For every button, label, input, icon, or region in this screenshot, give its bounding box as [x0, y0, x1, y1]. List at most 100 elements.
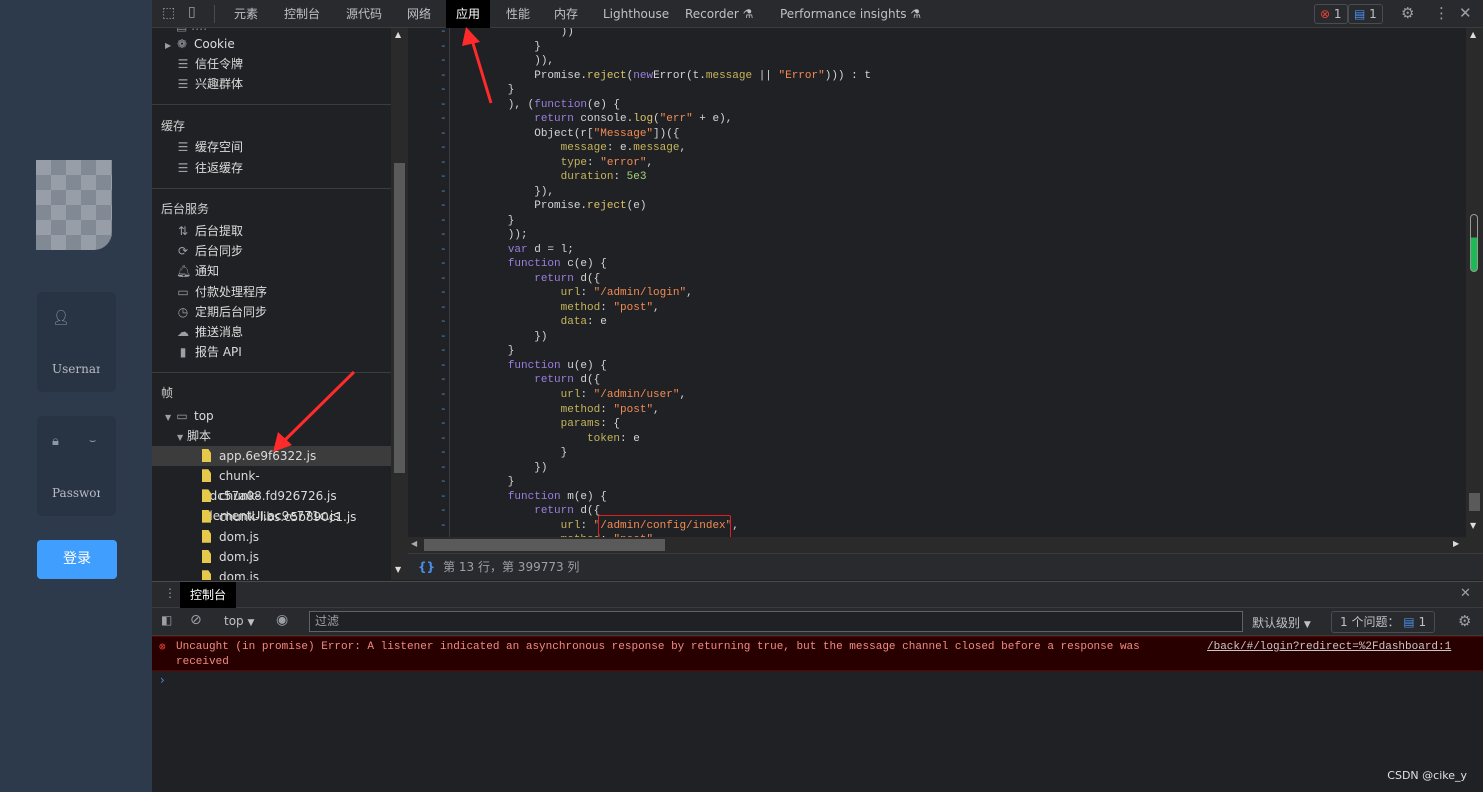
scroll-up-icon[interactable]: ▲: [1470, 30, 1476, 39]
line-gutter: ------------------------------------: [408, 28, 450, 537]
more-options-icon[interactable]: ⋮: [1434, 4, 1449, 22]
code-token: message: [560, 142, 607, 155]
file-item[interactable]: app.6e9f6322.js: [152, 446, 391, 466]
frame-top[interactable]: ▼ ▭ top: [165, 406, 214, 426]
label: 推送消息: [195, 325, 244, 339]
context-select[interactable]: top ▼: [224, 614, 254, 628]
scrollbar-thumb[interactable]: [394, 163, 405, 473]
label: top: [193, 409, 214, 423]
scrollbar-thumb[interactable]: [1469, 493, 1480, 511]
file-item[interactable]: chunk-libs.c5b890c1.js: [152, 507, 391, 527]
close-drawer-icon[interactable]: ✕: [1460, 586, 1471, 601]
line-marker: -: [440, 40, 447, 53]
file-item[interactable]: dom.js: [152, 567, 391, 580]
scroll-left-icon[interactable]: ◀: [411, 539, 417, 548]
sidebar-item-bg-0[interactable]: ⇅ 后台提取: [176, 221, 243, 241]
code-token: ,: [732, 519, 739, 532]
error-badge[interactable]: ⊗ 1: [1314, 4, 1348, 24]
device-toolbar-icon[interactable]: ▯: [188, 4, 196, 20]
tab-0[interactable]: 元素: [224, 0, 268, 28]
sidebar-item-bg-1[interactable]: ⟳ 后台同步: [176, 241, 243, 261]
line-marker: -: [440, 403, 447, 416]
log-level-select[interactable]: 默认级别 ▼: [1252, 614, 1311, 631]
sidebar-item-bfcache[interactable]: ☰ 往返缓存: [176, 158, 243, 178]
code-editor[interactable]: ------------------------------------ )) …: [408, 28, 1466, 537]
sidebar-item-cookie[interactable]: ▶ ❁ Cookie: [165, 34, 235, 54]
pretty-print-icon[interactable]: {}: [418, 560, 435, 574]
sidebar-item-interest-groups[interactable]: ☰ 兴趣群体: [176, 74, 243, 94]
code-token: url: [560, 389, 581, 401]
divider: [152, 188, 391, 189]
line-marker: -: [440, 345, 447, 358]
line-marker: -: [440, 447, 447, 460]
scroll-down-icon[interactable]: ▼: [395, 565, 401, 574]
clear-console-icon[interactable]: ⊘: [190, 612, 202, 628]
editor-horizontal-scrollbar[interactable]: ◀ ▶: [408, 537, 1466, 553]
tab-console[interactable]: 控制台: [180, 582, 237, 608]
live-expression-eye-icon[interactable]: ◉: [276, 612, 288, 628]
editor-vertical-scrollbar[interactable]: ▲ ▼: [1466, 28, 1483, 553]
console-prompt-icon[interactable]: ›: [160, 673, 165, 687]
message-badge[interactable]: ▤ 1: [1348, 4, 1383, 24]
sidebar-item-bg-5[interactable]: ☁ 推送消息: [176, 322, 243, 342]
error-text: Uncaught (in promise) Error: A listener …: [176, 641, 1140, 653]
console-settings-gear-icon[interactable]: ⚙: [1458, 612, 1471, 630]
tab-7[interactable]: Lighthouse: [593, 0, 679, 28]
sidebar-item-bg-2[interactable]: 🔔︎ 通知: [176, 261, 219, 281]
tab-9[interactable]: Performance insights ⚗: [770, 0, 931, 28]
drawer-menu-icon[interactable]: ⋮: [164, 586, 176, 600]
code-token: "post": [613, 403, 654, 416]
close-icon[interactable]: ✕: [1459, 4, 1472, 22]
file-item[interactable]: chunk-2dc57a08.fd926726.js: [152, 466, 391, 503]
tab-5[interactable]: 性能: [496, 0, 540, 28]
eye-closed-icon[interactable]: ⌣: [89, 434, 96, 448]
file-item[interactable]: chunk-elementUI.ac9e771c.js: [152, 486, 391, 523]
sidebar-item-cache-storage[interactable]: ☰ 缓存空间: [176, 137, 243, 157]
tab-1[interactable]: 控制台: [274, 0, 330, 28]
scripts-folder[interactable]: ▼ 脚本: [177, 426, 211, 446]
code-token: )),: [455, 55, 555, 68]
error-count: 1: [1333, 7, 1342, 21]
tab-8[interactable]: Recorder ⚗: [675, 0, 763, 28]
scroll-up-icon[interactable]: ▲: [395, 30, 401, 39]
line-marker: -: [440, 374, 447, 387]
tab-3[interactable]: 网络: [397, 0, 441, 28]
scrollbar-thumb[interactable]: [424, 539, 665, 551]
label: 报告 API: [195, 345, 242, 360]
tab-2[interactable]: 源代码: [336, 0, 392, 28]
scroll-right-icon[interactable]: ▶: [1453, 539, 1459, 548]
error-source-link[interactable]: /back/#/login?redirect=%2Fdashboard:1: [1207, 641, 1451, 653]
tab-4[interactable]: 应用: [446, 0, 491, 28]
code-token: :: [587, 156, 601, 169]
file-item[interactable]: dom.js: [152, 547, 391, 567]
sidebar-scrollbar[interactable]: ▲ ▼: [391, 28, 408, 580]
sidebar-item-bg-3[interactable]: ▭ 付款处理程序: [176, 282, 267, 302]
tab-6[interactable]: 内存: [544, 0, 588, 28]
issues-count: 1: [1418, 615, 1427, 629]
sidebar-item-bg-6[interactable]: ▮ 报告 API: [176, 342, 242, 362]
inspect-icon[interactable]: ⬚: [162, 5, 175, 21]
code-token: :: [600, 301, 614, 314]
filter-input[interactable]: 过滤: [309, 611, 1243, 632]
username-field[interactable]: 👤︎ Username: [37, 292, 116, 392]
sidebar-item-bg-4[interactable]: ◷ 定期后台同步: [176, 302, 267, 322]
code-token: (: [653, 113, 660, 126]
settings-gear-icon[interactable]: ⚙: [1401, 4, 1414, 22]
code-line: }: [455, 41, 541, 53]
login-button[interactable]: 登录: [37, 540, 117, 579]
sidebar-item-trust-tokens[interactable]: ☰ 信任令牌: [176, 54, 243, 74]
password-field[interactable]: 🔒︎ ⌣ Password: [37, 416, 116, 516]
code-token: function: [507, 490, 561, 503]
message-count: 1: [1369, 7, 1377, 21]
code-token: m(e) {: [560, 490, 607, 503]
sidebar-toggle-icon[interactable]: ◧: [161, 613, 172, 627]
file-item[interactable]: dom.js: [152, 527, 391, 547]
issues-button[interactable]: 1 个问题： ▤ 1: [1331, 611, 1436, 633]
code-token: ,: [653, 301, 660, 314]
scroll-down-icon[interactable]: ▼: [1470, 521, 1476, 530]
